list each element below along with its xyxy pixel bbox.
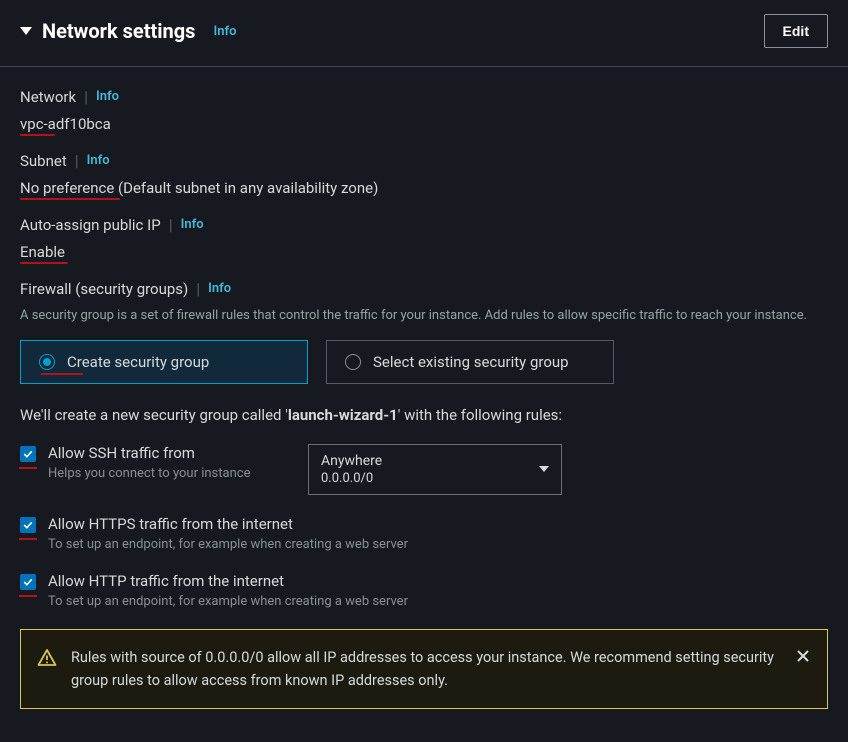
firewall-radio-group: Create security group Select existing se… [20, 340, 828, 384]
subnet-label-row: Subnet | Info [20, 151, 828, 170]
network-label-row: Network | Info [20, 87, 828, 106]
subnet-label: Subnet [20, 152, 67, 170]
header-info-link[interactable]: Info [213, 24, 236, 39]
ssh-left: Allow SSH traffic from Helps you connect… [20, 444, 296, 481]
panel-body: Network | Info vpc-adf10bca Subnet | Inf… [0, 67, 848, 729]
panel-title: Network settings [42, 19, 195, 43]
firewall-info-link[interactable]: Info [208, 281, 231, 296]
https-content: Allow HTTPS traffic from the internet To… [48, 515, 828, 552]
separator: | [84, 87, 88, 106]
header-left: Network settings Info [20, 19, 236, 43]
http-label: Allow HTTP traffic from the internet [48, 572, 828, 590]
select-sg-label: Select existing security group [373, 353, 569, 371]
dropdown-sub: 0.0.0.0/0 [321, 471, 382, 486]
check-icon [22, 576, 34, 588]
check-icon [22, 448, 34, 460]
ssh-source-dropdown[interactable]: Anywhere 0.0.0.0/0 [308, 444, 562, 495]
http-content: Allow HTTP traffic from the internet To … [48, 572, 828, 609]
subnet-info-link[interactable]: Info [87, 153, 110, 168]
collapse-caret-icon[interactable] [20, 27, 32, 35]
dropdown-main: Anywhere [321, 453, 382, 469]
security-group-text: We'll create a new security group called… [20, 406, 828, 424]
separator: | [75, 151, 79, 170]
sg-text-suffix: ' with the following rules: [398, 406, 562, 424]
firewall-description: A security group is a set of firewall ru… [20, 306, 828, 326]
subnet-value: No preference (Default subnet in any ava… [20, 179, 378, 197]
network-info-link[interactable]: Info [96, 89, 119, 104]
firewall-label: Firewall (security groups) [20, 280, 188, 298]
select-existing-security-group-radio[interactable]: Select existing security group [326, 340, 614, 384]
http-desc: To set up an endpoint, for example when … [48, 594, 828, 609]
http-checkbox[interactable] [20, 574, 36, 590]
close-icon[interactable] [795, 648, 811, 664]
sg-text-prefix: We'll create a new security group called… [20, 406, 288, 424]
ssh-label: Allow SSH traffic from [48, 444, 296, 462]
network-settings-panel: Network settings Info Edit Network | Inf… [0, 0, 848, 729]
radio-circle-icon [39, 354, 55, 370]
dropdown-content: Anywhere 0.0.0.0/0 [321, 453, 382, 486]
radio-circle-icon [345, 354, 361, 370]
https-label: Allow HTTPS traffic from the internet [48, 515, 828, 533]
network-value: vpc-adf10bca [20, 115, 111, 133]
create-security-group-radio[interactable]: Create security group [20, 340, 308, 384]
https-desc: To set up an endpoint, for example when … [48, 537, 828, 552]
create-sg-label: Create security group [67, 353, 209, 371]
publicip-label: Auto-assign public IP [20, 216, 161, 234]
ssh-checkbox[interactable] [20, 446, 36, 462]
https-checkbox[interactable] [20, 517, 36, 533]
warning-text: Rules with source of 0.0.0.0/0 allow all… [71, 646, 781, 692]
panel-header: Network settings Info Edit [0, 0, 848, 67]
warning-box: Rules with source of 0.0.0.0/0 allow all… [20, 629, 828, 709]
check-icon [22, 519, 34, 531]
ssh-rule-row: Allow SSH traffic from Helps you connect… [20, 444, 828, 495]
network-label: Network [20, 88, 76, 106]
https-rule-row: Allow HTTPS traffic from the internet To… [20, 515, 828, 552]
publicip-label-row: Auto-assign public IP | Info [20, 215, 828, 234]
sg-name: launch-wizard-1 [288, 406, 398, 424]
separator: | [169, 215, 173, 234]
separator: | [196, 279, 200, 298]
edit-button[interactable]: Edit [764, 14, 828, 48]
publicip-value: Enable [20, 243, 65, 261]
http-rule-row: Allow HTTP traffic from the internet To … [20, 572, 828, 609]
warning-icon [37, 648, 57, 668]
firewall-label-row: Firewall (security groups) | Info [20, 279, 828, 298]
ssh-desc: Helps you connect to your instance [48, 466, 296, 481]
publicip-info-link[interactable]: Info [181, 217, 204, 232]
ssh-content: Allow SSH traffic from Helps you connect… [48, 444, 296, 481]
chevron-down-icon [539, 466, 549, 472]
